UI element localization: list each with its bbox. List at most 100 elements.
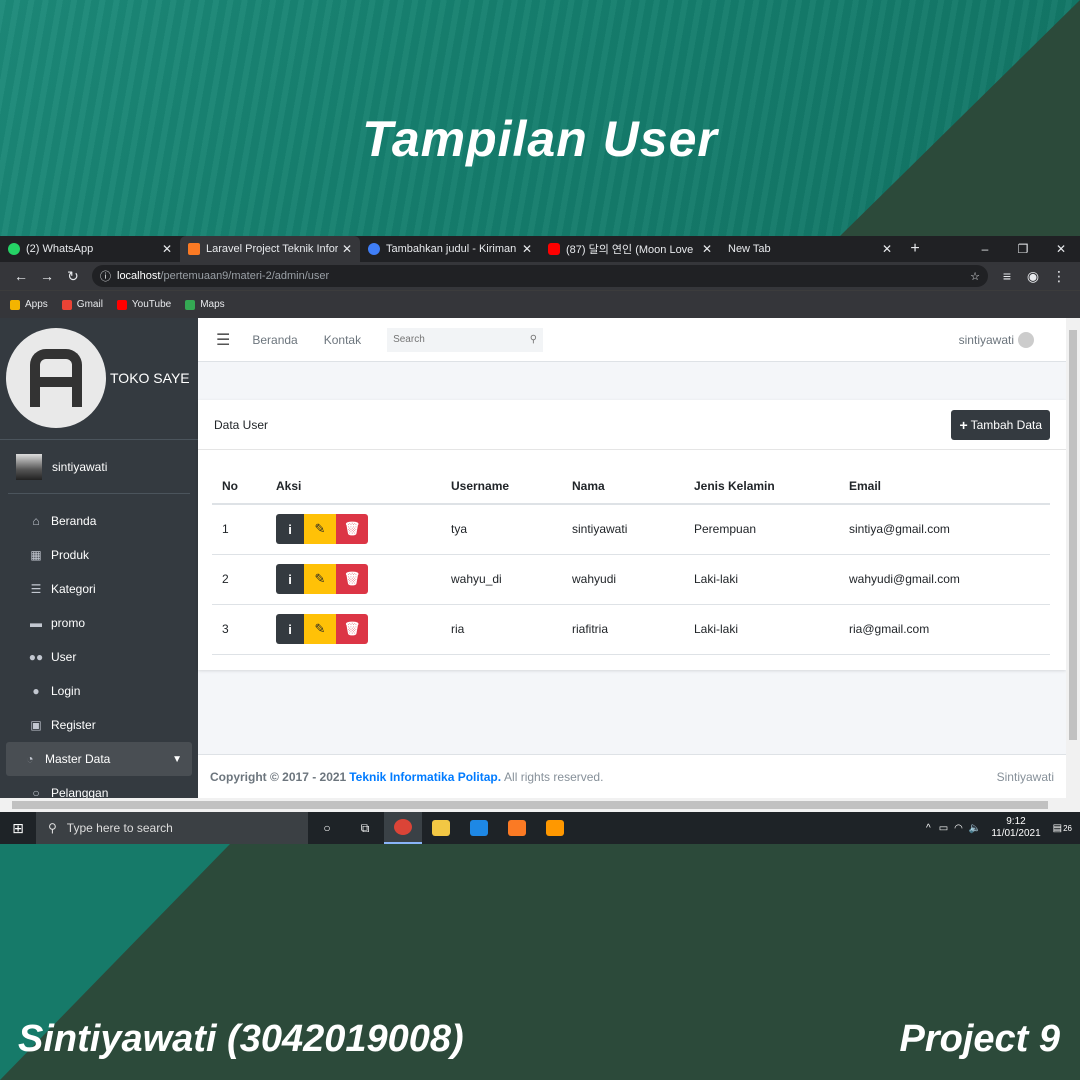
user-panel[interactable]: sintiyawati [8,440,190,494]
bookmark-apps[interactable]: Apps [10,299,48,310]
footer-brand-link[interactable]: Teknik Informatika Politap. [349,770,501,784]
notification-icon[interactable]: ▤ [1053,823,1062,834]
close-icon[interactable]: ✕ [342,242,352,256]
whatsapp-icon [8,243,20,255]
sidebar-item-pelanggan[interactable]: ○ Pelanggan [6,776,192,798]
file-explorer-icon[interactable] [422,812,460,844]
cell-no: 1 [212,504,266,555]
cell-username: ria [441,604,562,655]
user-avatar-icon [1018,331,1034,348]
info-button[interactable]: i [276,514,304,545]
xampp-icon[interactable] [498,812,536,844]
vertical-scrollbar[interactable] [1066,318,1080,798]
sidebar-item-master-data[interactable]: ◔ Master Data ▼ [6,742,192,776]
horizontal-scrollbar[interactable] [0,798,1080,812]
cortana-icon[interactable]: ○ [308,812,346,844]
main-content: ☰ Beranda Kontak ⚲ sintiyawati Data User… [198,318,1066,798]
close-icon[interactable]: ✕ [162,242,172,256]
taskbar-search[interactable]: ⚲ Type here to search [36,812,308,844]
url-host: localhost [117,270,161,282]
close-icon[interactable]: ✕ [702,242,712,256]
sidebar-item-kategori[interactable]: ☰ Kategori [6,572,192,606]
info-button[interactable]: i [276,614,304,644]
close-icon[interactable]: ✕ [882,242,892,256]
bookmark-maps[interactable]: Maps [185,299,225,310]
windows-start-icon[interactable]: ⊞ [0,820,36,837]
sidebar-item-label: Master Data [45,752,111,766]
reload-icon[interactable]: ↻ [60,268,86,285]
tab-laravel[interactable]: Laravel Project Teknik Informat ✕ [180,236,360,262]
sidebar-item-login[interactable]: ● Login [6,674,192,708]
list-icon: ☰ [30,582,42,596]
tab-canva[interactable]: Tambahkan judul - Kiriman Ins ✕ [360,236,540,262]
new-tab-button[interactable]: + [900,240,930,258]
restore-icon[interactable]: ❐ [1004,242,1042,256]
tambah-data-button[interactable]: + Tambah Data [951,409,1050,440]
close-window-icon[interactable]: ✕ [1042,242,1080,256]
cell-actions: i ✎ 🗑 [266,504,441,555]
nav-link-kontak[interactable]: Kontak [324,333,361,347]
delete-button[interactable]: 🗑 [336,614,368,644]
card-icon: ▬ [30,616,42,630]
delete-button[interactable]: 🗑 [336,514,368,545]
top-navbar: ☰ Beranda Kontak ⚲ sintiyawati [198,318,1066,362]
tab-title: Laravel Project Teknik Informat [206,243,338,255]
forward-icon[interactable]: → [34,268,60,284]
bookmark-label: Gmail [76,299,103,310]
task-view-icon[interactable]: ⧉ [346,812,384,844]
sidebar-item-label: Beranda [51,514,97,528]
sidebar-item-promo[interactable]: ▬ promo [6,606,192,640]
info-icon[interactable]: ⓘ [100,268,111,284]
wifi-icon[interactable]: ◠ [954,823,963,834]
mail-icon[interactable] [460,812,498,844]
sidebar-item-register[interactable]: ▣ Register [6,708,192,742]
profile-icon[interactable]: ◉ [1020,268,1046,285]
footer-right-text: Sintiyawati [996,769,1054,784]
sidebar-item-user[interactable]: ●● User [6,640,192,674]
close-icon[interactable]: ✕ [522,242,532,256]
id-card-icon: ▣ [30,718,42,732]
data-user-card: Data User + Tambah Data No Aksi Username … [198,400,1066,670]
sidebar-item-produk[interactable]: ▦ Produk [6,538,192,572]
minimize-icon[interactable]: – [966,242,1004,256]
back-icon[interactable]: ← [8,268,34,284]
table-row: 2 i ✎ 🗑 wahyu_di wahyudi Laki-laki wahyudi… [212,554,1050,605]
tab-newtab[interactable]: New Tab ✕ [720,236,900,262]
user-icon: ● [32,684,40,698]
cell-username: tya [441,504,562,555]
bookmark-youtube[interactable]: YouTube [116,299,171,310]
tab-youtube[interactable]: (87) 달의 연인 (Moon Love ✕ [540,236,720,262]
nav-link-beranda[interactable]: Beranda [252,333,297,347]
search-icon[interactable]: ⚲ [530,334,537,345]
apps-icon [10,299,20,310]
sidebar-item-beranda[interactable]: ⌂ Beranda [6,504,192,538]
more-icon[interactable]: ⋮ [1046,268,1072,285]
star-icon[interactable]: ☆ [970,270,980,283]
info-button[interactable]: i [276,564,304,594]
youtube-icon [116,299,127,310]
url-field[interactable]: ⓘ localhost/pertemuaan9/materi-2/admin/u… [92,265,988,287]
edit-button[interactable]: ✎ [304,564,336,594]
cell-email: wahyudi@gmail.com [839,554,1050,605]
address-bar: ← → ↻ ⓘ localhost/pertemuaan9/materi-2/a… [0,262,1080,290]
hamburger-icon[interactable]: ☰ [216,330,230,350]
navbar-user[interactable]: sintiyawati [959,331,1034,348]
brand[interactable]: TOKO SAYE [0,318,198,440]
edit-button[interactable]: ✎ [304,614,336,644]
delete-button[interactable]: 🗑 [336,564,368,594]
chrome-icon[interactable] [384,812,422,844]
tab-title: New Tab [728,243,771,255]
column-header: Jenis Kelamin [684,468,839,505]
edit-button[interactable]: ✎ [304,514,336,545]
tab-whatsapp[interactable]: (2) WhatsApp ✕ [0,236,180,262]
volume-icon[interactable]: 🔈 [969,823,981,834]
sublime-text-icon[interactable] [536,812,574,844]
media-icon[interactable]: ≡ [994,268,1020,284]
table-row: 3 i ✎ 🗑 ria riafitria Laki-laki ria@gmail.… [212,604,1050,655]
battery-icon[interactable]: ▭ [939,823,948,834]
clock[interactable]: 9:12 11/01/2021 [991,816,1040,840]
chevron-up-icon[interactable]: ^ [926,823,931,834]
grid-icon: ▦ [30,548,42,562]
search-input[interactable] [393,334,530,345]
bookmark-gmail[interactable]: Gmail [61,299,103,310]
